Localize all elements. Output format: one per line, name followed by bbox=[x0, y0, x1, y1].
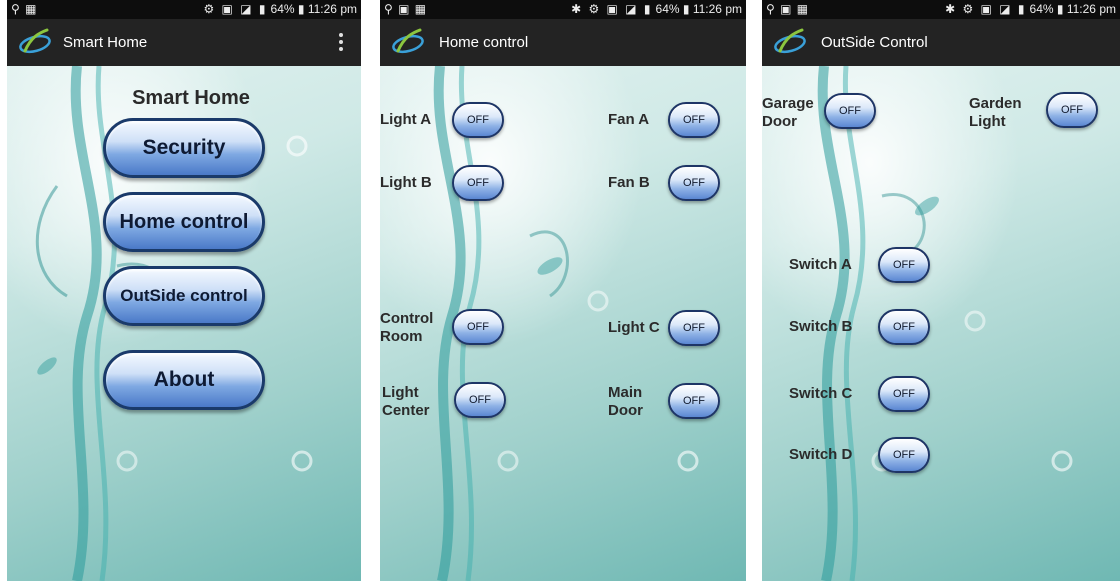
home-control-button-label: Home control bbox=[119, 210, 249, 233]
switch-c-toggle[interactable]: OFF bbox=[878, 376, 930, 412]
home-control-screen: ⚲ ▣ ▦ ✱ ⚙ ▣ ◪ ▮ 64% ▮ 11:26 pm Home contr… bbox=[380, 0, 746, 581]
battery-level: 64% bbox=[1029, 2, 1054, 16]
clock: 11:26 pm bbox=[692, 2, 742, 16]
notification-icons: ⚲ ▦ bbox=[11, 2, 38, 16]
garage-door-label-line1: Garage bbox=[762, 95, 814, 112]
light-center-label: Light Center bbox=[382, 384, 430, 420]
control-room-label: Control Room bbox=[380, 310, 433, 346]
battery-level: 64% bbox=[270, 2, 295, 16]
status-indicators: ✱ ⚙ ▣ ◪ ▮ 64% ▮ 11:26 pm bbox=[571, 0, 742, 19]
clock: 11:26 pm bbox=[307, 2, 357, 16]
status-indicators: ✱ ⚙ ▣ ◪ ▮ 64% ▮ 11:26 pm bbox=[945, 0, 1116, 19]
menu-heading: Smart Home bbox=[132, 87, 250, 109]
smart-home-screen: ⚲ ▦ ⚙ ▣ ◪ ▮ 64% ▮ 11:26 pm Smart Home Sma… bbox=[7, 0, 361, 581]
app-logo-icon bbox=[392, 28, 424, 54]
battery-icon: ▮ bbox=[297, 2, 305, 16]
status-bar: ⚲ ▣ ▦ ✱ ⚙ ▣ ◪ ▮ 64% ▮ 11:26 pm bbox=[380, 0, 746, 19]
switch-d-label: Switch D bbox=[789, 446, 853, 463]
light-c-toggle[interactable]: OFF bbox=[668, 310, 720, 346]
status-bar: ⚲ ▣ ▦ ✱ ⚙ ▣ ◪ ▮ 64% ▮ 11:26 pm bbox=[762, 0, 1120, 19]
light-center-label-line2: Center bbox=[382, 402, 430, 419]
fan-a-label: Fan A bbox=[608, 111, 650, 128]
switch-b-toggle[interactable]: OFF bbox=[878, 309, 930, 345]
outside-control-button-label: OutSide control bbox=[120, 286, 248, 305]
switch-b-label: Switch B bbox=[789, 318, 853, 335]
control-room-toggle[interactable]: OFF bbox=[452, 309, 504, 345]
light-center-label-line1: Light bbox=[382, 384, 419, 401]
switch-d-toggle[interactable]: OFF bbox=[878, 437, 930, 473]
main-door-label: Main Door bbox=[608, 384, 643, 420]
home-control-button[interactable]: Home control bbox=[103, 192, 265, 252]
control-room-label-line1: Control bbox=[380, 310, 434, 327]
signal-icons: ✱ ⚙ ▣ ◪ ▮ bbox=[571, 2, 653, 16]
status-bar: ⚲ ▦ ⚙ ▣ ◪ ▮ 64% ▮ 11:26 pm bbox=[7, 0, 361, 19]
garage-door-label: Garage Door bbox=[762, 95, 814, 131]
clock: 11:26 pm bbox=[1066, 2, 1116, 16]
app-bar: OutSide Control bbox=[762, 19, 1120, 66]
app-bar: Home control bbox=[380, 19, 746, 66]
notification-icons: ⚲ ▣ ▦ bbox=[384, 2, 428, 16]
control-room-label-line2: Room bbox=[380, 328, 423, 345]
main-door-label-line2: Door bbox=[608, 402, 643, 419]
garage-door-label-line2: Door bbox=[762, 113, 797, 130]
fan-a-toggle[interactable]: OFF bbox=[668, 102, 720, 138]
light-b-toggle[interactable]: OFF bbox=[452, 165, 504, 201]
outside-control-button[interactable]: OutSide control bbox=[103, 266, 265, 326]
security-button[interactable]: Security bbox=[103, 118, 265, 178]
app-bar: Smart Home bbox=[7, 19, 361, 66]
main-door-toggle[interactable]: OFF bbox=[668, 383, 720, 419]
battery-icon: ▮ bbox=[1056, 2, 1064, 16]
notification-icons: ⚲ ▣ ▦ bbox=[766, 2, 810, 16]
about-button-label: About bbox=[153, 368, 215, 391]
about-button[interactable]: About bbox=[103, 350, 265, 410]
light-b-label: Light B bbox=[380, 174, 432, 191]
light-a-label: Light A bbox=[380, 111, 432, 128]
app-logo-icon bbox=[774, 28, 806, 54]
garden-light-label: Garden Light bbox=[969, 95, 1022, 131]
switch-a-toggle[interactable]: OFF bbox=[878, 247, 930, 283]
fan-b-toggle[interactable]: OFF bbox=[668, 165, 720, 201]
security-button-label: Security bbox=[142, 136, 226, 159]
garden-light-toggle[interactable]: OFF bbox=[1046, 92, 1098, 128]
app-title: Smart Home bbox=[63, 34, 148, 51]
main-door-label-line1: Main bbox=[608, 384, 643, 401]
app-logo-icon bbox=[19, 28, 51, 54]
switch-a-label: Switch A bbox=[789, 256, 852, 273]
light-center-toggle[interactable]: OFF bbox=[454, 382, 506, 418]
garden-light-label-line1: Garden bbox=[969, 95, 1022, 112]
battery-level: 64% bbox=[655, 2, 680, 16]
app-title: OutSide Control bbox=[821, 34, 928, 51]
outside-control-screen: ⚲ ▣ ▦ ✱ ⚙ ▣ ◪ ▮ 64% ▮ 11:26 pm OutSide Co… bbox=[762, 0, 1120, 581]
signal-icons: ⚙ ▣ ◪ ▮ bbox=[203, 2, 268, 16]
fan-b-label: Fan B bbox=[608, 174, 650, 191]
signal-icons: ✱ ⚙ ▣ ◪ ▮ bbox=[945, 2, 1027, 16]
battery-icon: ▮ bbox=[682, 2, 690, 16]
garage-door-toggle[interactable]: OFF bbox=[824, 93, 876, 129]
app-title: Home control bbox=[439, 34, 529, 51]
light-a-toggle[interactable]: OFF bbox=[452, 102, 504, 138]
switch-c-label: Switch C bbox=[789, 385, 853, 402]
status-indicators: ⚙ ▣ ◪ ▮ 64% ▮ 11:26 pm bbox=[203, 0, 357, 19]
light-c-label: Light C bbox=[608, 319, 660, 336]
garden-light-label-line2: Light bbox=[969, 113, 1006, 130]
overflow-menu-icon[interactable] bbox=[337, 33, 345, 53]
